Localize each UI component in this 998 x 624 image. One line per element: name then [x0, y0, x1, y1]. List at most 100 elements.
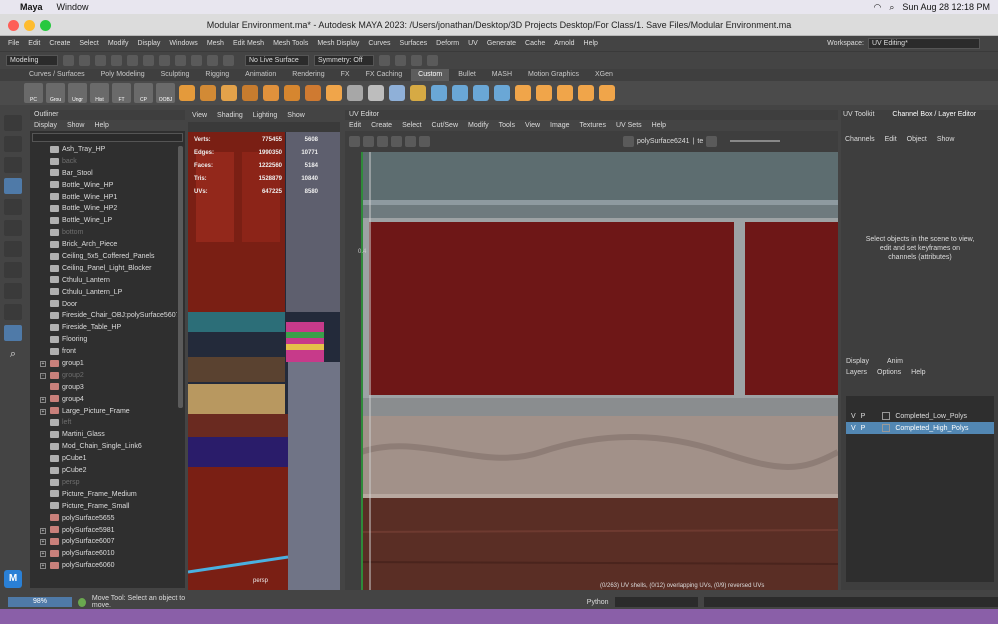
menu-file[interactable]: File	[8, 40, 19, 47]
outliner-item[interactable]: Picture_Frame_Medium	[30, 489, 177, 501]
outliner-item[interactable]: + Large_Picture_Frame	[30, 406, 177, 418]
outliner-item[interactable]: + group1	[30, 358, 177, 370]
menu-select[interactable]: Select	[79, 40, 98, 47]
open-scene-icon[interactable]	[79, 54, 90, 66]
layer-p-toggle[interactable]: P	[861, 413, 866, 420]
layer-v-toggle[interactable]: V	[851, 413, 856, 420]
viewport-menu-view[interactable]: View	[192, 110, 207, 122]
shelf-tool-icon[interactable]	[578, 85, 594, 101]
uv-menu-image[interactable]: Image	[550, 120, 569, 131]
shelf-tab-rendering[interactable]: Rendering	[285, 69, 331, 81]
outliner-item[interactable]: persp	[30, 477, 177, 489]
outliner-item[interactable]: Ash_Tray_HP	[30, 144, 177, 156]
layer-p-toggle[interactable]: P	[861, 425, 866, 432]
snap-curve-icon[interactable]	[207, 54, 218, 66]
expand-icon[interactable]: +	[40, 408, 46, 415]
symmetry-dropdown[interactable]: Symmetry: Off	[314, 54, 374, 66]
menu-display[interactable]: Display	[137, 40, 160, 47]
layer-menu-help[interactable]: Help	[911, 369, 925, 376]
outliner-scrollbar[interactable]	[178, 146, 183, 408]
outliner-item[interactable]: Ceiling_5x5_Coffered_Panels	[30, 251, 177, 263]
shelf-tab-mash[interactable]: MASH	[485, 69, 519, 81]
shelf-tool-icon[interactable]	[221, 85, 237, 101]
uv-canvas[interactable]	[361, 152, 838, 590]
uv-menu-create[interactable]: Create	[371, 120, 392, 131]
layer-tab-display[interactable]: Display	[846, 358, 869, 365]
python-input[interactable]	[614, 597, 698, 607]
expand-icon[interactable]: +	[40, 551, 46, 558]
menu-cache[interactable]: Cache	[525, 40, 545, 47]
shelf-tool-icon[interactable]	[263, 85, 279, 101]
search-icon[interactable]: ⌕	[889, 2, 894, 13]
uv-menu-edit[interactable]: Edit	[349, 120, 361, 131]
outliner-menu-display[interactable]: Display	[34, 120, 57, 131]
outliner-item[interactable]: polySurface5655	[30, 513, 177, 525]
uv-menu-textures[interactable]: Textures	[580, 120, 606, 131]
viewport-menu-lighting[interactable]: Lighting	[253, 110, 278, 122]
menu-surfaces[interactable]: Surfaces	[400, 40, 428, 47]
layout-four-icon[interactable]	[4, 283, 22, 299]
layer-row[interactable]: V P Completed_High_Polys	[846, 422, 994, 434]
menu-windows[interactable]: Windows	[169, 40, 197, 47]
window-menu[interactable]: Window	[57, 2, 89, 12]
outliner-item[interactable]: + group2	[30, 370, 177, 382]
shelf-tab-custom[interactable]: Custom	[411, 69, 450, 81]
outliner-item[interactable]: Brick_Arch_Piece	[30, 239, 177, 251]
menu-uv[interactable]: UV	[468, 40, 478, 47]
save-scene-icon[interactable]	[95, 54, 106, 66]
shelf-tool-icon[interactable]	[284, 85, 300, 101]
shelf-button-hist[interactable]: Hist	[90, 83, 109, 103]
paint-select-tool-icon[interactable]	[4, 157, 22, 173]
uv-shaded-icon[interactable]	[377, 135, 388, 147]
uv-toolkit-tab[interactable]: UV Toolkit	[843, 110, 874, 120]
shelf-tool-icon[interactable]	[200, 85, 216, 101]
uv-menu-uv-sets[interactable]: UV Sets	[616, 120, 642, 131]
workspace-dropdown[interactable]: UV Editing*	[868, 38, 980, 49]
layer-menu-options[interactable]: Options	[877, 369, 901, 376]
outliner-item[interactable]: bottom	[30, 227, 177, 239]
shelf-tool-icon[interactable]	[431, 85, 447, 101]
uv-checker-icon[interactable]	[405, 135, 416, 147]
shelf-tool-icon[interactable]	[410, 85, 426, 101]
uv-menu-select[interactable]: Select	[402, 120, 421, 131]
live-surface-field[interactable]: No Live Surface	[245, 54, 309, 66]
expand-icon[interactable]: +	[40, 396, 46, 403]
outliner-item[interactable]: Bottle_Wine_LP	[30, 215, 177, 227]
shelf-tab-bullet[interactable]: Bullet	[451, 69, 483, 81]
menu-generate[interactable]: Generate	[487, 40, 516, 47]
select-component-icon[interactable]	[175, 54, 186, 66]
channel-menu-edit[interactable]: Edit	[885, 134, 897, 145]
outliner-item[interactable]: Bar_Stool	[30, 168, 177, 180]
lasso-tool-icon[interactable]	[4, 136, 22, 152]
menu-curves[interactable]: Curves	[368, 40, 390, 47]
hypershade-icon[interactable]	[427, 54, 438, 66]
maya-logo-icon[interactable]: M	[4, 570, 22, 588]
uv-distortion-icon[interactable]	[391, 135, 402, 147]
outliner-item[interactable]: Martini_Glass	[30, 429, 177, 441]
ipr-render-icon[interactable]	[395, 54, 406, 66]
select-hierarchy-icon[interactable]	[143, 54, 154, 66]
wifi-icon[interactable]: ◠	[874, 2, 882, 13]
soft-select-icon[interactable]	[4, 241, 22, 257]
uv-exposure-icon[interactable]	[706, 135, 718, 147]
outliner-search-icon[interactable]: ⌕	[4, 346, 22, 362]
undo-icon[interactable]	[111, 54, 122, 66]
outliner-item[interactable]: Cthulu_Lantern_LP	[30, 287, 177, 299]
outliner-item[interactable]: Fireside_Chair_OBJ:polySurface5607	[30, 310, 177, 322]
outliner-item[interactable]: + polySurface6010	[30, 548, 177, 560]
expand-icon[interactable]: +	[40, 527, 46, 534]
outliner-item[interactable]: Mod_Chain_Single_Link6	[30, 441, 177, 453]
uv-menu-modify[interactable]: Modify	[468, 120, 489, 131]
minimize-window-button[interactable]	[24, 20, 35, 31]
new-scene-icon[interactable]	[63, 54, 74, 66]
shelf-tool-icon[interactable]	[494, 85, 510, 101]
shelf-tool-icon[interactable]	[326, 85, 342, 101]
uv-menu-cut-sew[interactable]: Cut/Sew	[432, 120, 458, 131]
expand-icon[interactable]: +	[40, 361, 46, 368]
shelf-tool-icon[interactable]	[305, 85, 321, 101]
viewport-menu-shading[interactable]: Shading	[217, 110, 243, 122]
layer-tab-anim[interactable]: Anim	[887, 358, 903, 365]
shelf-tool-icon[interactable]	[452, 85, 468, 101]
channel-menu-show[interactable]: Show	[937, 134, 955, 145]
shelf-tool-icon[interactable]	[347, 85, 363, 101]
